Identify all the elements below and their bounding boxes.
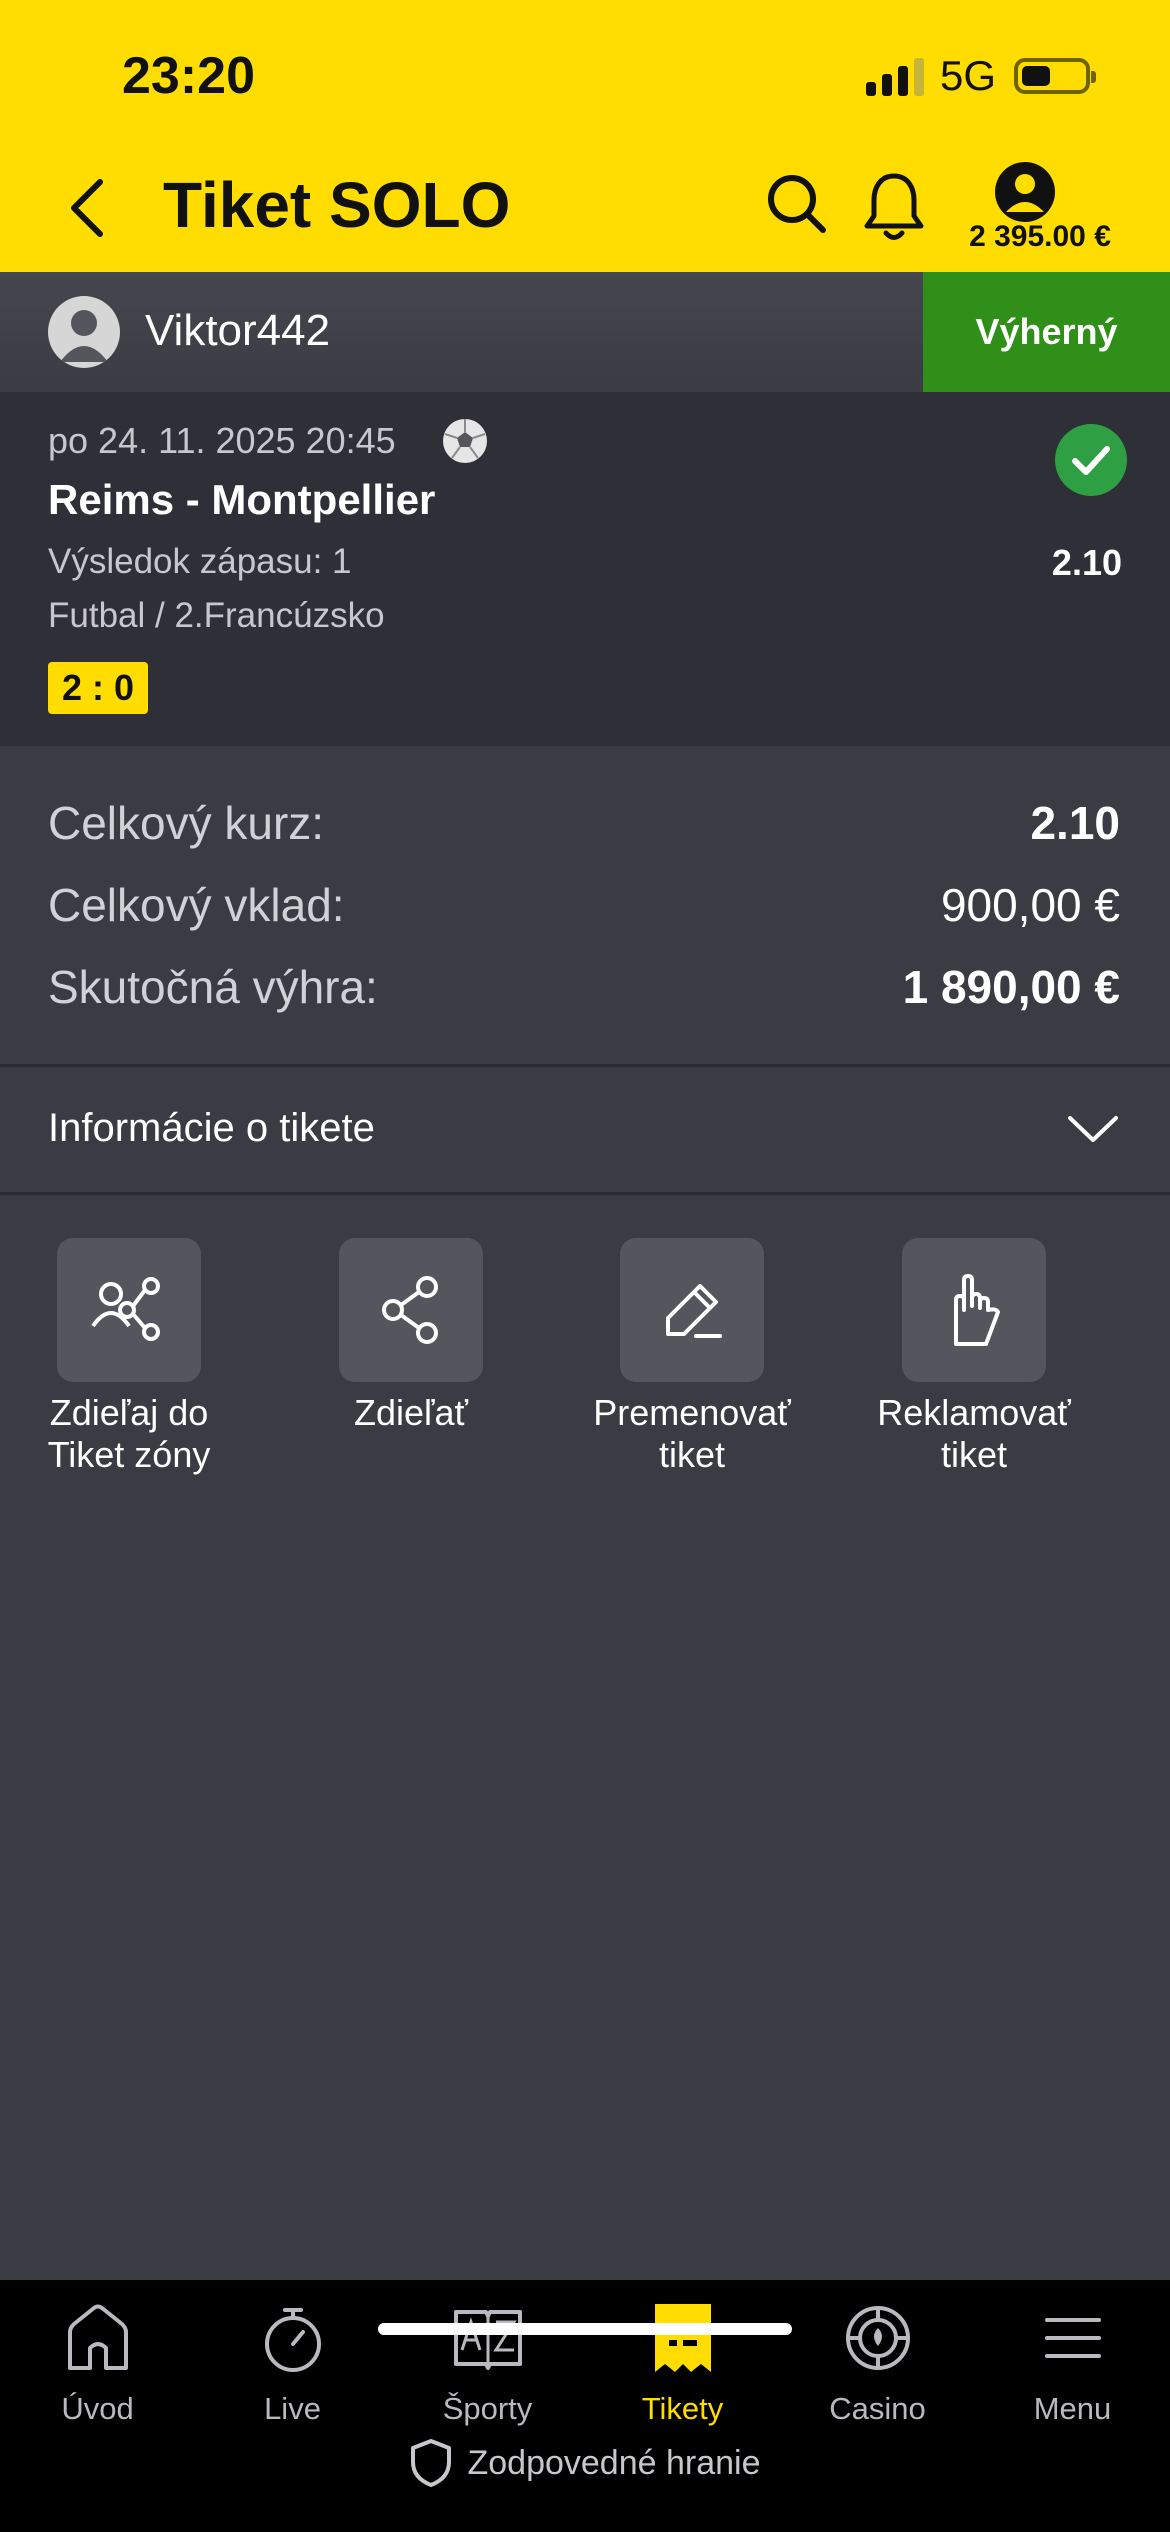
action-label-line2: tiket [658, 1434, 726, 1475]
notifications-button[interactable] [862, 170, 926, 244]
total-stake-row: Celkový vklad: 900,00 € [48, 878, 1120, 932]
chevron-left-icon [71, 179, 103, 237]
shield-icon [411, 2439, 452, 2487]
nav-item-tickets[interactable]: Tikety [585, 2298, 780, 2427]
ticket-owner-bar: Viktor442 Výherný [0, 272, 1170, 392]
search-button[interactable] [765, 172, 829, 236]
responsible-gambling-label: Zodpovedné hranie [467, 2443, 761, 2482]
score-badge: 2 : 0 [48, 662, 149, 714]
hand-icon [954, 1274, 1000, 1346]
action-label-line1: Zdieľať [353, 1392, 469, 1433]
divider [0, 1192, 1170, 1195]
username: Viktor442 [145, 306, 331, 355]
status-time: 23:20 [122, 47, 255, 105]
share-icon [382, 1276, 438, 1344]
rename-ticket-button[interactable]: Premenovať tiket [572, 1238, 812, 1476]
event-name: Reims - Montpellier [48, 476, 436, 523]
hamburger-icon [1044, 2318, 1101, 2358]
action-label: Zdieľaj do Tiket zóny [9, 1392, 249, 1476]
action-label-line1: Premenovať [593, 1392, 791, 1433]
nav-label: Live [264, 2391, 321, 2426]
page-title: Tiket SOLO [163, 169, 511, 241]
actual-win-label: Skutočná výhra: [48, 961, 378, 1013]
action-label-line1: Reklamovať [877, 1392, 1071, 1433]
responsible-gambling-link[interactable]: Zodpovedné hranie [0, 2438, 1170, 2488]
share-button[interactable]: Zdieľať [291, 1238, 531, 1434]
total-odds-value: 2.10 [1030, 797, 1120, 849]
az-book-icon [453, 2310, 522, 2370]
nav-item-home[interactable]: Úvod [0, 2298, 195, 2427]
avatar-placeholder-icon [60, 310, 108, 362]
action-label: Reklamovať tiket [854, 1392, 1094, 1476]
check-circle-icon [1055, 424, 1127, 496]
account-button[interactable]: 2 395.00 € [940, 162, 1140, 253]
avatar [48, 296, 120, 368]
bet-event-card[interactable]: po 24. 11. 2025 20:45 Reims - Montpellie… [0, 392, 1170, 746]
network-type: 5G [939, 52, 996, 99]
ticket-icon [654, 2304, 711, 2372]
total-stake-label: Celkový vklad: [48, 879, 345, 931]
pencil-icon [666, 1284, 722, 1338]
chevron-down-icon [1068, 1116, 1118, 1142]
search-icon [768, 175, 826, 233]
bet-market: Výsledok zápasu: 1 [48, 542, 352, 581]
nav-label: Menu [1033, 2391, 1112, 2426]
nav-label: Úvod [61, 2391, 134, 2426]
home-icon [67, 2304, 128, 2370]
nav-label: Tikety [641, 2391, 724, 2426]
nav-label: Casino [829, 2391, 926, 2426]
claim-tile [902, 1238, 1046, 1382]
share-to-zone-icon [91, 1277, 160, 1341]
ticket-info-toggle[interactable]: Informácie o tikete [0, 1068, 1170, 1192]
claim-ticket-button[interactable]: Reklamovať tiket [854, 1238, 1094, 1476]
nav-item-sports[interactable]: Športy [390, 2298, 585, 2427]
ticket-summary: Celkový kurz: 2.10 Celkový vklad: 900,00… [0, 746, 1170, 1066]
total-odds-label: Celkový kurz: [48, 797, 325, 849]
signal-icon [865, 56, 924, 96]
actual-win-value: 1 890,00 € [902, 961, 1120, 1013]
action-label-line1: Zdieľaj do [49, 1392, 209, 1433]
back-button[interactable] [60, 170, 116, 246]
total-stake-value: 900,00 € [940, 879, 1120, 931]
casino-chip-icon [845, 2306, 910, 2370]
app-header: 23:20 5G Tiket SOLO 2 395.00 € [0, 0, 1170, 272]
rename-tile [620, 1238, 764, 1382]
action-label-line2: tiket [940, 1434, 1008, 1475]
event-datetime: po 24. 11. 2025 20:45 [48, 420, 396, 461]
account-balance: 2 395.00 € [969, 220, 1111, 253]
ticket-status-badge: Výherný [923, 272, 1170, 392]
nav-item-menu[interactable]: Menu [975, 2298, 1170, 2427]
battery-icon [1014, 58, 1096, 94]
actual-win-row: Skutočná výhra: 1 890,00 € [48, 960, 1120, 1014]
bell-icon [864, 173, 924, 240]
user-icon [995, 162, 1055, 222]
bottom-navigation: Úvod Live Športy Tikety Casino Menu Zodp… [0, 2280, 1170, 2532]
action-label: Zdieľať [291, 1392, 531, 1434]
divider [0, 1064, 1170, 1067]
nav-item-live[interactable]: Live [195, 2298, 390, 2427]
event-league: Futbal / 2.Francúzsko [48, 596, 385, 635]
ticket-info-label: Informácie o tikete [48, 1106, 375, 1150]
nav-label: Športy [442, 2391, 533, 2426]
ticket-actions: Zdieľaj do Tiket zóny Zdieľať Premenovať… [0, 1238, 1170, 1498]
total-odds-row: Celkový kurz: 2.10 [48, 796, 1120, 850]
status-indicators: 5G [865, 52, 1096, 100]
stopwatch-icon [264, 2308, 321, 2372]
share-to-ticket-zone-button[interactable]: Zdieľaj do Tiket zóny [9, 1238, 249, 1476]
action-label-line2: Tiket zóny [47, 1434, 211, 1475]
event-odds: 2.10 [1051, 542, 1122, 583]
soccer-ball-icon [443, 419, 487, 463]
home-indicator[interactable] [378, 2323, 792, 2335]
share-to-zone-tile [57, 1238, 201, 1382]
nav-item-casino[interactable]: Casino [780, 2298, 975, 2427]
share-tile [339, 1238, 483, 1382]
action-label: Premenovať tiket [572, 1392, 812, 1476]
